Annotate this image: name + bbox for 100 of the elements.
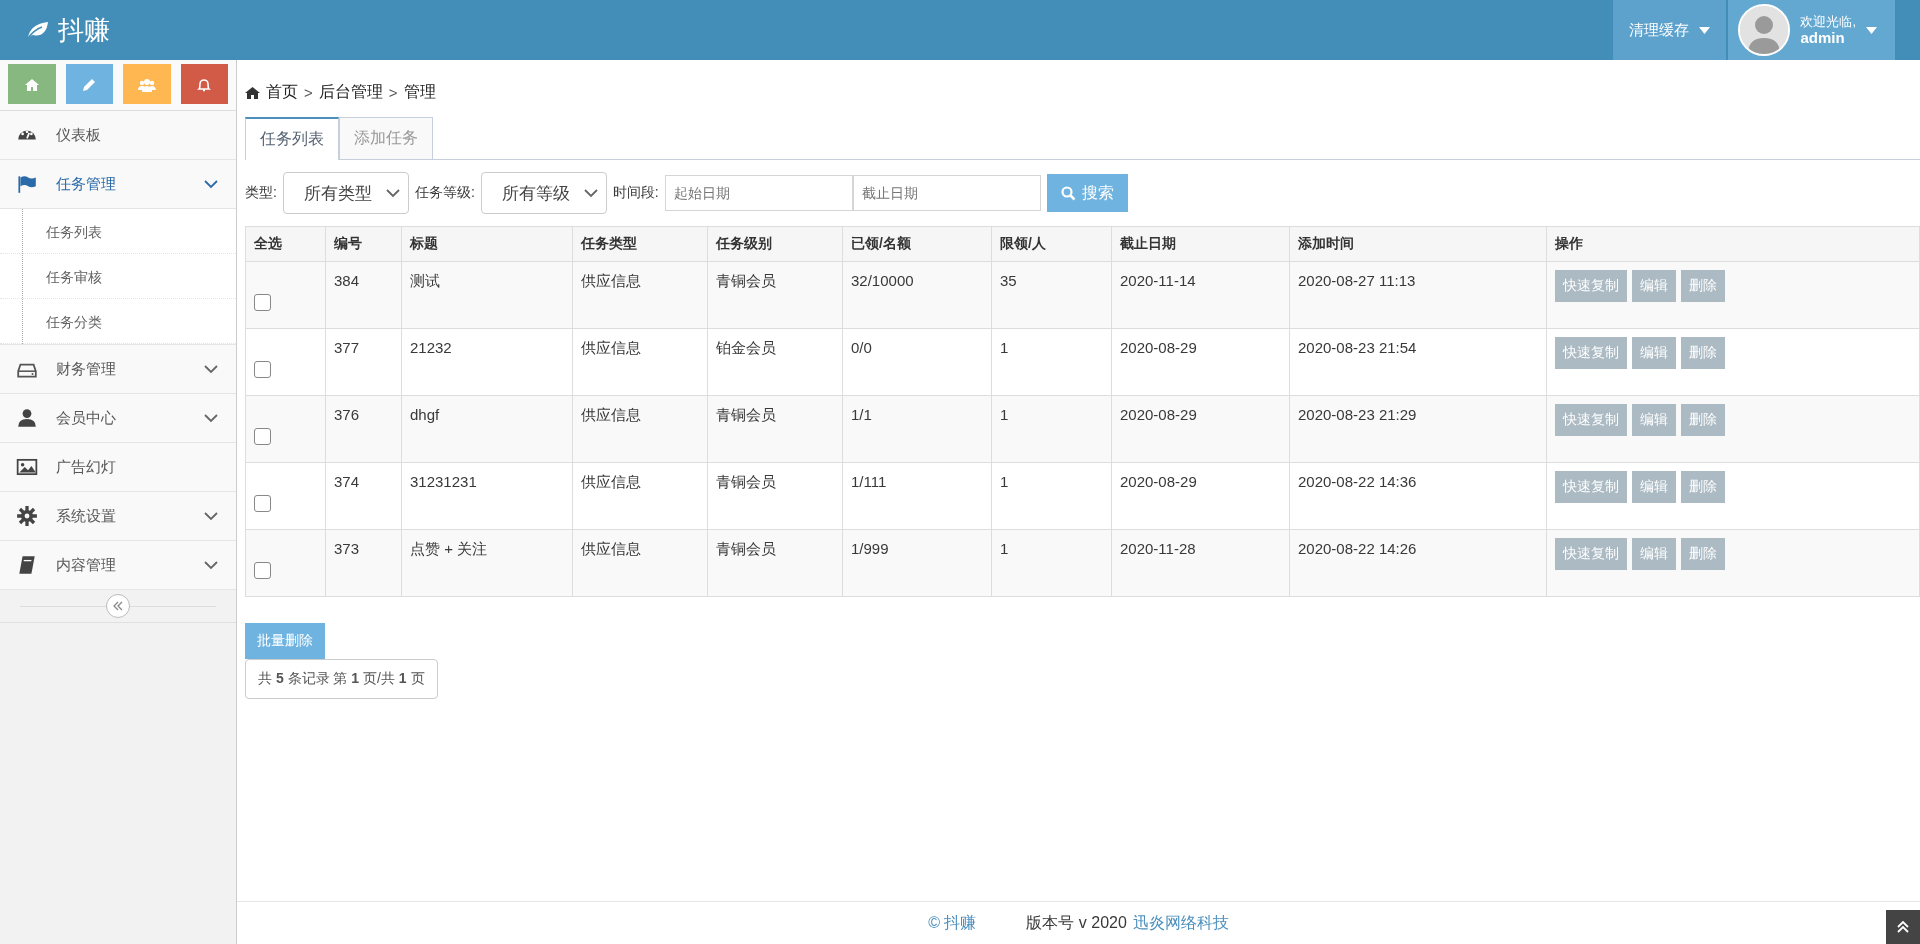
table-cell: 1 [991, 462, 1112, 530]
column-header: 编号 [325, 226, 402, 262]
action-button[interactable]: 删除 [1681, 337, 1725, 369]
avatar-icon [1738, 4, 1791, 56]
table-cell: 1 [991, 395, 1112, 463]
table-cell: 1/999 [842, 529, 992, 597]
start-date-field[interactable]: 起始日期 [664, 175, 853, 211]
column-header: 标题 [401, 226, 573, 262]
action-button[interactable]: 编辑 [1632, 270, 1676, 302]
chevron-icon [204, 511, 218, 521]
action-button[interactable]: 快速复制 [1555, 538, 1627, 570]
action-button[interactable]: 快速复制 [1555, 270, 1627, 302]
chevron-icon [204, 364, 218, 374]
table-cell: 373 [325, 529, 402, 597]
settings-icon [16, 505, 38, 527]
breadcrumb-link[interactable]: 首页 [266, 82, 298, 103]
table-cell: 0/0 [842, 328, 992, 396]
table-cell: 2020-08-23 21:54 [1289, 328, 1547, 396]
row-checkbox[interactable] [254, 293, 271, 311]
action-button[interactable]: 编辑 [1632, 404, 1676, 436]
home-icon [245, 86, 260, 99]
breadcrumb-separator: > [388, 84, 398, 101]
table-cell: 384 [325, 261, 402, 329]
row-checkbox[interactable] [254, 360, 271, 378]
table-cell: 1/1 [842, 395, 992, 463]
table-cell: 32/10000 [842, 261, 992, 329]
scroll-top-button[interactable] [1886, 910, 1920, 944]
action-button[interactable]: 编辑 [1632, 538, 1676, 570]
table-cell: 374 [325, 462, 402, 530]
breadcrumb-link[interactable]: 管理 [403, 82, 436, 103]
action-button[interactable]: 编辑 [1632, 471, 1676, 503]
table-cell: 供应信息 [572, 462, 708, 530]
column-header: 截止日期 [1111, 226, 1290, 262]
row-checkbox[interactable] [254, 427, 271, 445]
filter-label: 时间段: [612, 184, 659, 202]
column-header: 已领/名额 [842, 226, 992, 262]
footer-brand-link[interactable]: © 抖赚 [928, 912, 977, 934]
shortcut-button[interactable] [8, 64, 56, 104]
table-cell: 2020-08-29 [1111, 395, 1290, 463]
company-link[interactable]: 迅炎网络科技 [1132, 912, 1229, 934]
table-cell: 2020-08-29 [1111, 462, 1290, 530]
sidebar-item[interactable]: 仪表板 [0, 111, 236, 160]
caret-icon [1866, 26, 1877, 34]
flag-icon [16, 173, 38, 195]
column-header: 限领/人 [991, 226, 1112, 262]
brand-name: 抖赚 [58, 13, 110, 47]
level-select[interactable]: 所有等级 [480, 172, 607, 214]
shortcut-button[interactable] [180, 64, 228, 104]
filter-label: 任务等级: [414, 184, 475, 202]
table-cell: 供应信息 [572, 328, 708, 396]
table-cell: 21232 [401, 328, 573, 396]
action-button[interactable]: 快速复制 [1555, 404, 1627, 436]
sidebar-item[interactable]: 内容管理 [0, 541, 236, 590]
chevron-icon [204, 560, 218, 570]
action-button[interactable]: 删除 [1681, 270, 1725, 302]
action-button[interactable]: 删除 [1681, 538, 1725, 570]
table-cell: 点赞 + 关注 [401, 529, 573, 597]
table-cell: 青铜会员 [707, 261, 843, 329]
table-cell: 2020-08-23 21:29 [1289, 395, 1547, 463]
sidebar-item[interactable]: 系统设置 [0, 492, 236, 541]
table-cell: 青铜会员 [707, 462, 843, 530]
table-cell: 2020-08-27 11:13 [1289, 261, 1547, 329]
book-icon [16, 554, 38, 576]
action-button[interactable]: 删除 [1681, 471, 1725, 503]
double-chevron-icon [1897, 921, 1909, 933]
sidebar-item[interactable]: 会员中心 [0, 394, 236, 443]
type-select[interactable]: 所有类型 [282, 172, 409, 214]
filter-label: 类型: [245, 184, 277, 202]
breadcrumb-link[interactable]: 后台管理 [318, 82, 383, 103]
search-button[interactable]: 搜索 [1046, 174, 1128, 212]
table-cell: 铂金会员 [707, 328, 843, 396]
action-button[interactable]: 快速复制 [1555, 471, 1627, 503]
user-menu[interactable]: 欢迎光临, admin [1728, 0, 1895, 60]
batch-delete-button[interactable]: 批量删除 [245, 623, 325, 659]
end-date-field[interactable]: 截止日期 [852, 175, 1041, 211]
sidebar-item[interactable]: 广告幻灯 [0, 443, 236, 492]
shortcut-button[interactable] [65, 64, 113, 104]
clear-cache-button[interactable]: 清理缓存 [1613, 0, 1727, 60]
tab[interactable]: 添加任务 [339, 117, 433, 159]
table-cell: 2020-08-29 [1111, 328, 1290, 396]
column-header: 任务类型 [572, 226, 708, 262]
table-cell: 1 [991, 328, 1112, 396]
action-button[interactable]: 编辑 [1632, 337, 1676, 369]
version-text: 版本号 v 2020 [1026, 912, 1127, 933]
table-cell: 2020-08-22 14:26 [1289, 529, 1547, 597]
table-cell: 31231231 [401, 462, 573, 530]
row-checkbox[interactable] [254, 494, 271, 512]
action-button[interactable]: 快速复制 [1555, 337, 1627, 369]
sidebar-item[interactable]: 财务管理 [0, 345, 236, 394]
chevron-icon [385, 188, 400, 198]
table-cell: 青铜会员 [707, 395, 843, 463]
action-button[interactable]: 删除 [1681, 404, 1725, 436]
tab[interactable]: 任务列表 [245, 117, 339, 160]
row-checkbox[interactable] [254, 561, 271, 579]
table-cell: 1/111 [842, 462, 992, 530]
picture-icon [16, 456, 38, 478]
collapse-button[interactable] [106, 594, 130, 618]
user-icon [16, 407, 38, 429]
sidebar-item[interactable]: 任务管理 [0, 160, 236, 209]
table-cell: 供应信息 [572, 529, 708, 597]
